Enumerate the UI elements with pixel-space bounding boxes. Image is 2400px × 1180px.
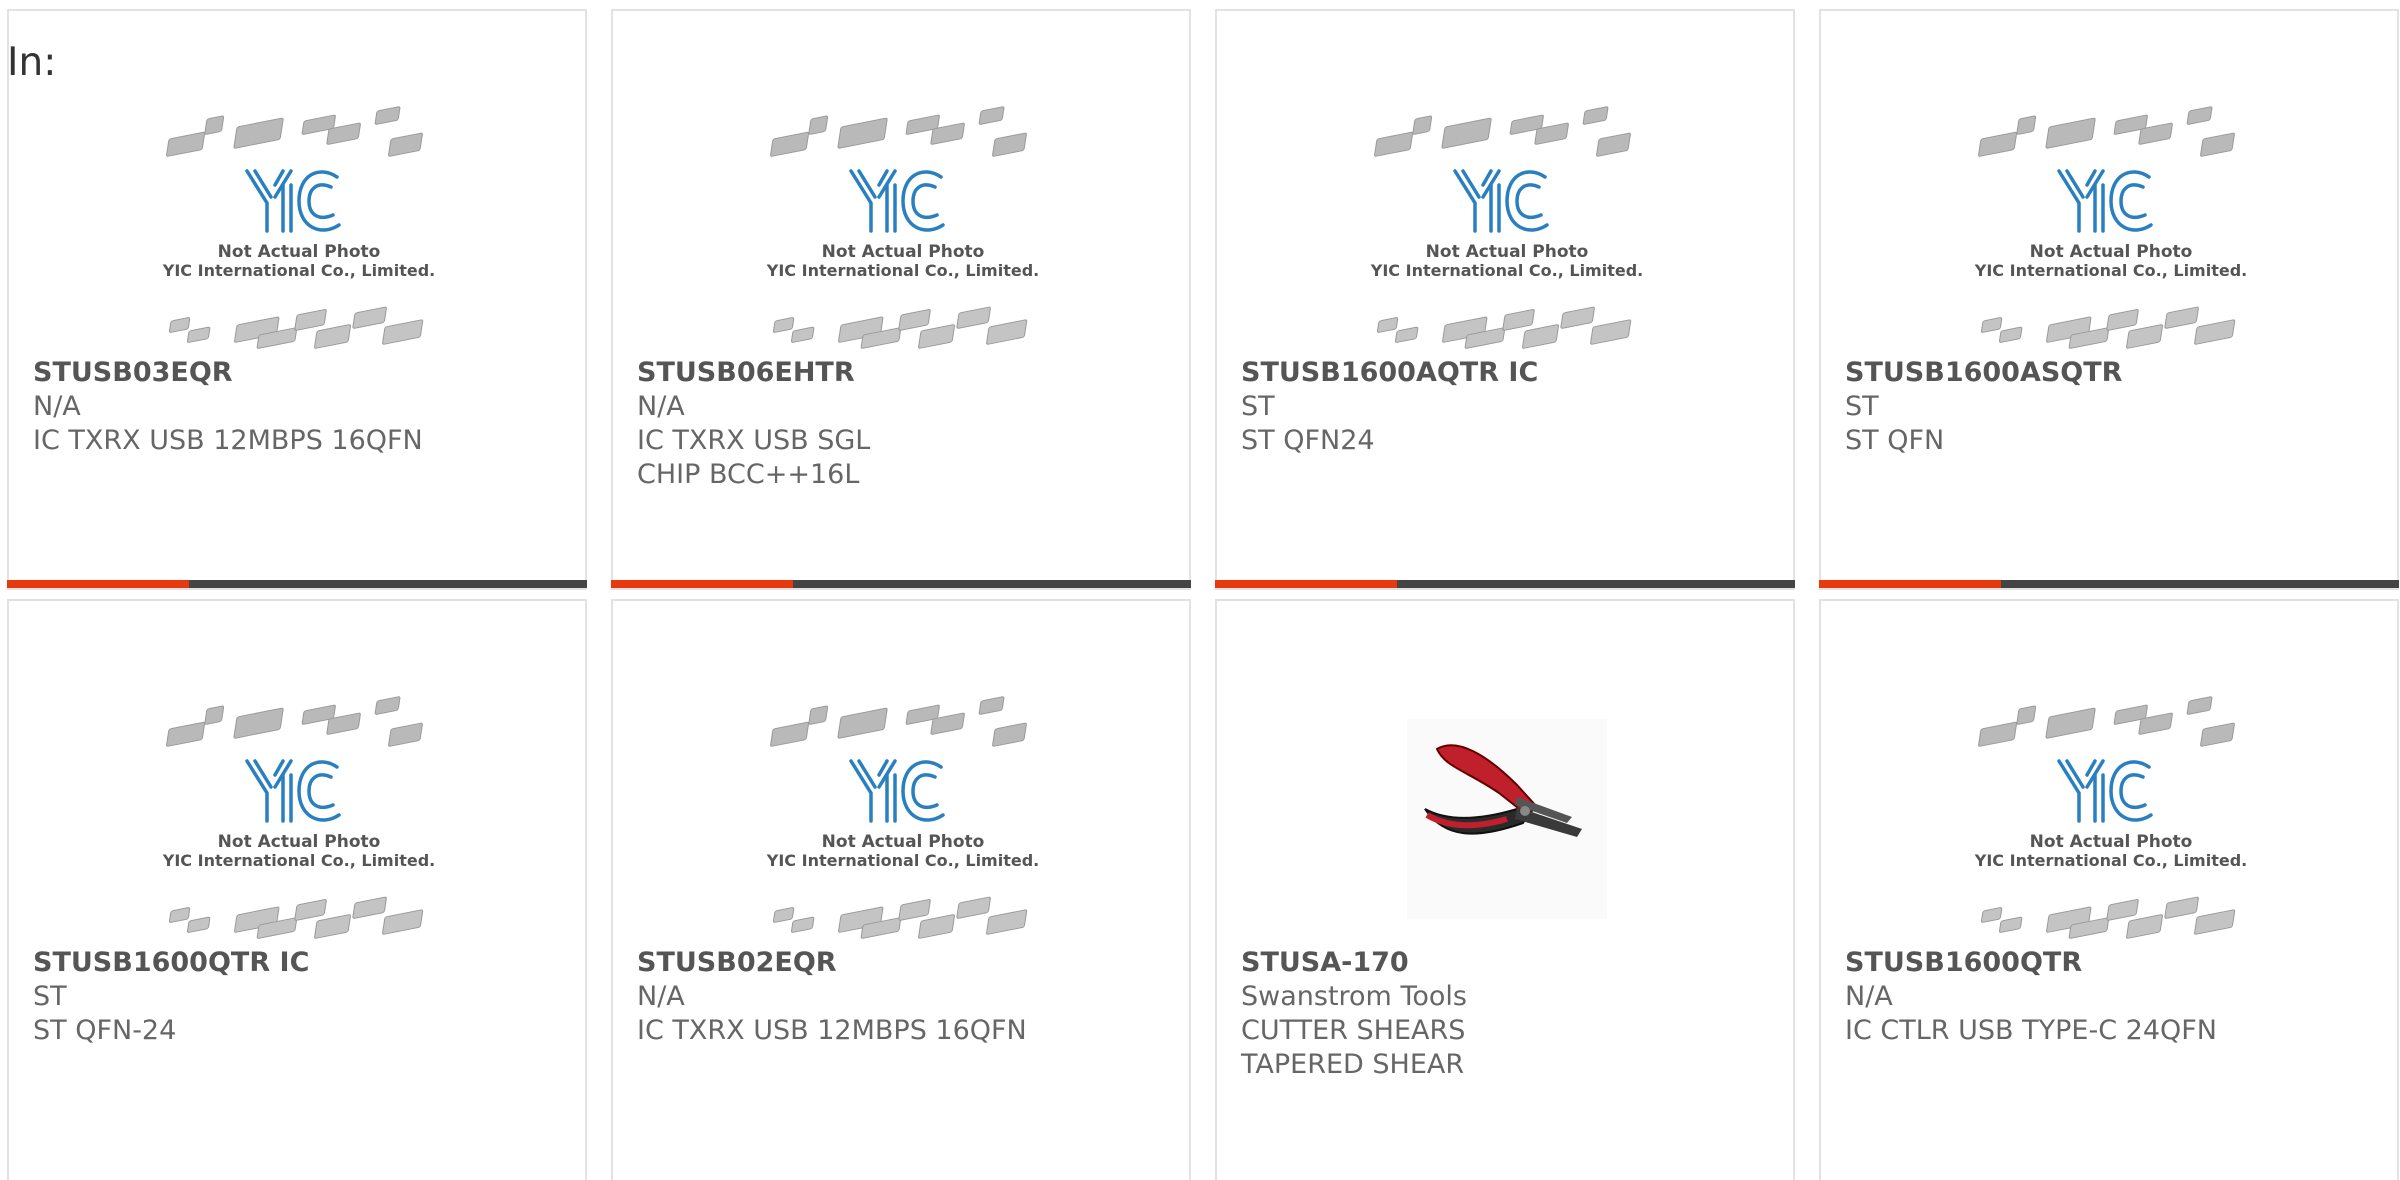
svg-text:Not Actual Photo: Not Actual Photo (218, 242, 381, 262)
part-number[interactable]: STUSB03EQR (33, 356, 433, 390)
product-image: Not Actual Photo YIC International Co., … (1971, 689, 2251, 949)
yic-logo (1453, 169, 1549, 233)
description: ST QFN-24 (33, 1015, 177, 1046)
manufacturer: Swanstrom Tools (1241, 981, 1467, 1012)
part-number[interactable]: STUSB1600QTR IC (33, 946, 433, 980)
svg-text:Not Actual Photo: Not Actual Photo (2030, 242, 2193, 262)
manufacturer: N/A (1845, 981, 1893, 1012)
svg-text:Not Actual Photo: Not Actual Photo (1426, 242, 1589, 262)
product-card[interactable]: Not Actual Photo YIC International Co., … (7, 9, 587, 590)
part-number[interactable]: STUSB06EHTR (637, 356, 1037, 390)
product-info: STUSA-170 Swanstrom Tools CUTTER SHEARS … (1241, 946, 1641, 1082)
card-progress-bar (611, 580, 1191, 588)
product-image: Not Actual Photo YIC International Co., … (159, 99, 439, 359)
description: ST QFN24 (1241, 425, 1375, 456)
part-number[interactable]: STUSA-170 (1241, 946, 1641, 980)
description: CUTTER SHEARS TAPERED SHEAR (1241, 1015, 1466, 1080)
product-image: Not Actual Photo YIC International Co., … (1367, 99, 1647, 359)
manufacturer: ST (33, 981, 67, 1012)
yic-logo (849, 169, 945, 233)
manufacturer: N/A (637, 391, 685, 422)
manufacturer: ST (1241, 391, 1275, 422)
yic-logo (245, 169, 341, 233)
svg-text:YIC International Co., Limited: YIC International Co., Limited. (766, 261, 1039, 280)
description: IC TXRX USB 12MBPS 16QFN (637, 1015, 1027, 1046)
part-number[interactable]: STUSB1600ASQTR (1845, 356, 2245, 390)
product-grid: Not Actual Photo YIC International Co., … (7, 9, 2399, 1180)
product-info: STUSB1600ASQTR ST ST QFN (1845, 356, 2245, 458)
svg-text:YIC International Co., Limited: YIC International Co., Limited. (1974, 261, 2247, 280)
svg-text:Not Actual Photo: Not Actual Photo (2030, 832, 2193, 852)
yic-logo (245, 759, 341, 823)
product-info: STUSB03EQR N/A IC TXRX USB 12MBPS 16QFN (33, 356, 433, 458)
description: IC TXRX USB 12MBPS 16QFN (33, 425, 423, 456)
part-number[interactable]: STUSB02EQR (637, 946, 1037, 980)
in-label: In: (7, 40, 57, 85)
svg-text:YIC International Co., Limited: YIC International Co., Limited. (1974, 851, 2247, 870)
part-number[interactable]: STUSB1600AQTR IC (1241, 356, 1641, 390)
part-number[interactable]: STUSB1600QTR (1845, 946, 2245, 980)
card-progress-bar (7, 580, 587, 588)
product-info: STUSB06EHTR N/A IC TXRX USB SGL CHIP BCC… (637, 356, 1037, 492)
product-info: STUSB02EQR N/A IC TXRX USB 12MBPS 16QFN (637, 946, 1037, 1048)
card-progress-bar (1215, 580, 1795, 588)
product-card[interactable]: Not Actual Photo YIC International Co., … (1819, 9, 2399, 590)
svg-text:YIC International Co., Limited: YIC International Co., Limited. (766, 851, 1039, 870)
description: IC CTLR USB TYPE-C 24QFN (1845, 1015, 2217, 1046)
svg-text:Not Actual Photo: Not Actual Photo (218, 832, 381, 852)
manufacturer: ST (1845, 391, 1879, 422)
product-image: Not Actual Photo YIC International Co., … (763, 99, 1043, 359)
svg-text:Not Actual Photo: Not Actual Photo (822, 832, 985, 852)
manufacturer: N/A (33, 391, 81, 422)
product-image: Not Actual Photo YIC International Co., … (1971, 99, 2251, 359)
svg-text:Not Actual Photo: Not Actual Photo (822, 242, 985, 262)
product-image: Not Actual Photo YIC International Co., … (763, 689, 1043, 949)
svg-text:YIC International Co., Limited: YIC International Co., Limited. (162, 261, 435, 280)
yic-logo (849, 759, 945, 823)
description: IC TXRX USB SGL CHIP BCC++16L (637, 425, 871, 490)
product-info: STUSB1600QTR IC ST ST QFN-24 (33, 946, 433, 1048)
product-info: STUSB1600QTR N/A IC CTLR USB TYPE-C 24QF… (1845, 946, 2245, 1048)
product-card[interactable]: Not Actual Photo YIC International Co., … (611, 9, 1191, 590)
product-image (1367, 689, 1647, 949)
yic-logo (2057, 169, 2153, 233)
yic-logo (2057, 759, 2153, 823)
card-progress-bar (1819, 580, 2399, 588)
description: ST QFN (1845, 425, 1945, 456)
product-info: STUSB1600AQTR IC ST ST QFN24 (1241, 356, 1641, 458)
product-card[interactable]: Not Actual Photo YIC International Co., … (1819, 599, 2399, 1180)
svg-text:YIC International Co., Limited: YIC International Co., Limited. (1370, 261, 1643, 280)
product-card[interactable]: Not Actual Photo YIC International Co., … (611, 599, 1191, 1180)
product-card[interactable]: Not Actual Photo YIC International Co., … (1215, 9, 1795, 590)
product-card[interactable]: STUSA-170 Swanstrom Tools CUTTER SHEARS … (1215, 599, 1795, 1180)
product-card[interactable]: Not Actual Photo YIC International Co., … (7, 599, 587, 1180)
svg-text:YIC International Co., Limited: YIC International Co., Limited. (162, 851, 435, 870)
product-image: Not Actual Photo YIC International Co., … (159, 689, 439, 949)
manufacturer: N/A (637, 981, 685, 1012)
